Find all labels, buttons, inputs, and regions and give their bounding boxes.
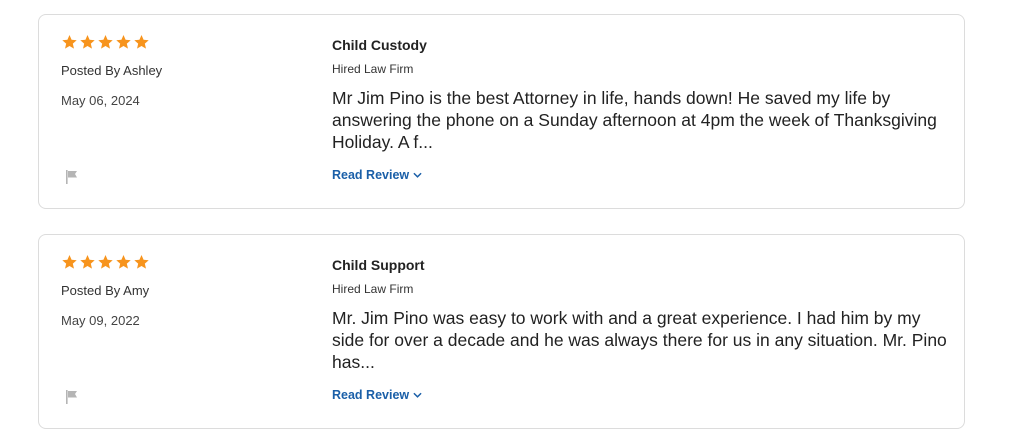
star-icon bbox=[116, 35, 131, 49]
read-review-link[interactable]: Read Review bbox=[332, 388, 422, 402]
review-excerpt: Mr. Jim Pino was easy to work with and a… bbox=[332, 308, 947, 372]
review-status: Hired Law Firm bbox=[332, 282, 414, 296]
flag-icon[interactable] bbox=[64, 389, 80, 405]
review-author: Posted By Amy bbox=[61, 283, 150, 298]
star-icon bbox=[98, 255, 113, 269]
star-icon bbox=[134, 35, 149, 49]
star-icon bbox=[80, 35, 95, 49]
review-date: May 09, 2022 bbox=[61, 313, 140, 328]
read-review-label: Read Review bbox=[332, 388, 410, 402]
review-author: Posted By Ashley bbox=[61, 63, 163, 78]
review-card: Posted By Amy May 09, 2022 Child Support… bbox=[38, 234, 965, 429]
review-excerpt: Mr Jim Pino is the best Attorney in life… bbox=[332, 88, 937, 152]
star-icon bbox=[98, 35, 113, 49]
star-icon bbox=[134, 255, 149, 269]
chevron-down-icon bbox=[413, 172, 422, 178]
review-topic: Child Custody bbox=[332, 37, 427, 53]
review-status: Hired Law Firm bbox=[332, 62, 414, 76]
read-review-link[interactable]: Read Review bbox=[332, 168, 422, 182]
star-icon bbox=[62, 255, 77, 269]
star-rating bbox=[61, 254, 150, 270]
star-icon bbox=[116, 255, 131, 269]
star-icon bbox=[62, 35, 77, 49]
star-rating bbox=[61, 34, 150, 50]
review-card: Posted By Ashley May 06, 2024 Child Cust… bbox=[38, 14, 965, 209]
chevron-down-icon bbox=[413, 392, 422, 398]
review-date: May 06, 2024 bbox=[61, 93, 140, 108]
star-icon bbox=[80, 255, 95, 269]
review-topic: Child Support bbox=[332, 257, 425, 273]
flag-icon[interactable] bbox=[64, 169, 80, 185]
read-review-label: Read Review bbox=[332, 168, 410, 182]
